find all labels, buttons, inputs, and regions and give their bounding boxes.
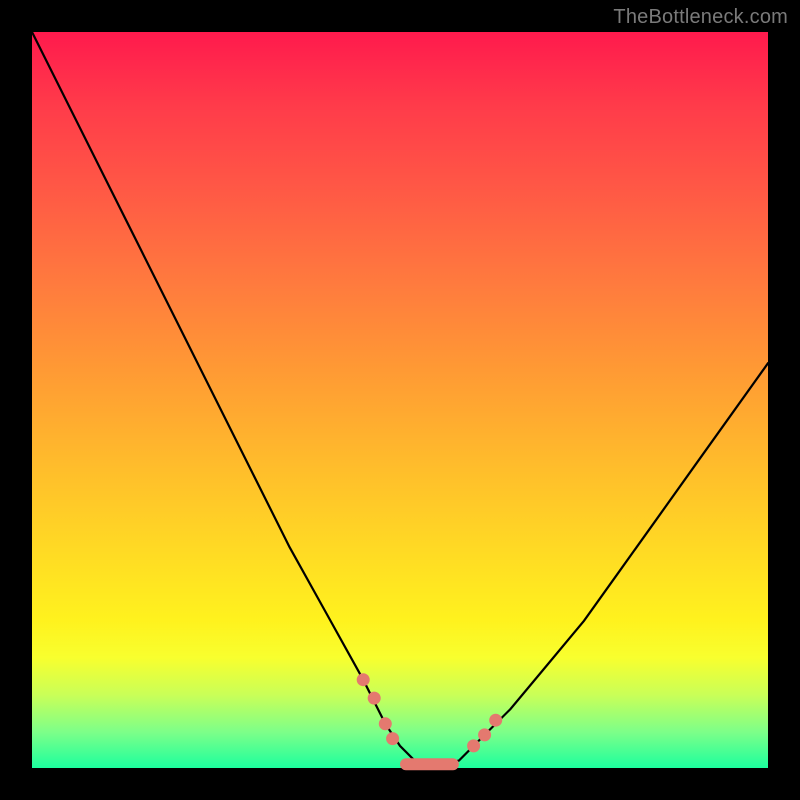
watermark-text: TheBottleneck.com <box>613 6 788 29</box>
curve-marker <box>386 732 399 745</box>
curve-marker <box>357 673 370 686</box>
curve-markers <box>357 673 503 770</box>
plot-area <box>32 32 768 768</box>
chart-frame: TheBottleneck.com <box>0 0 800 800</box>
curve-marker <box>379 717 392 730</box>
curve-marker <box>489 714 502 727</box>
curve-marker <box>368 692 381 705</box>
curve-marker <box>478 728 491 741</box>
bottleneck-curve <box>32 32 768 764</box>
curve-flat-segment <box>400 758 459 770</box>
curve-svg <box>32 32 768 768</box>
curve-marker <box>467 739 480 752</box>
